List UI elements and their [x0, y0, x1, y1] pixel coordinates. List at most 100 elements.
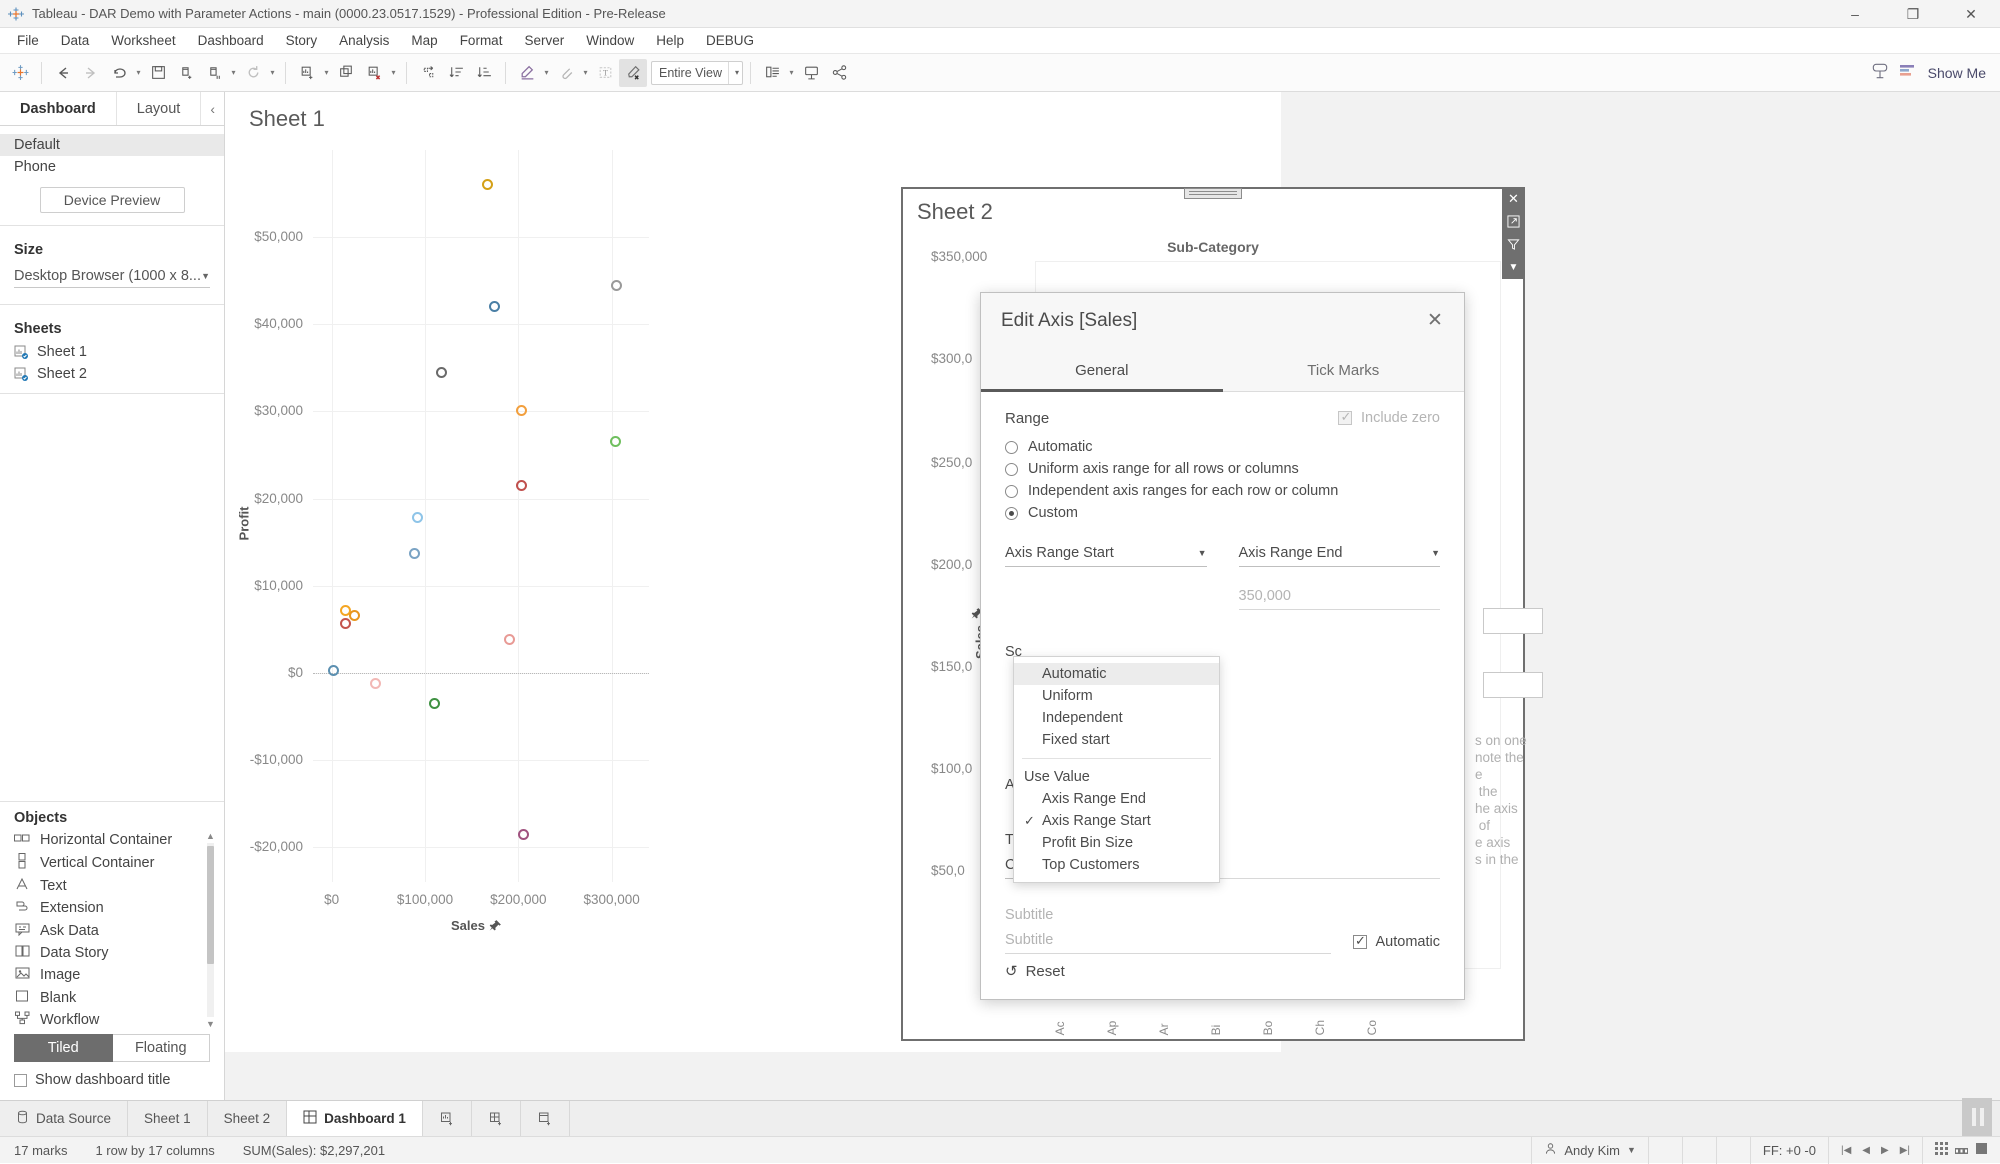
reset-button[interactable]: ↺ Reset: [1005, 962, 1065, 981]
share-icon[interactable]: [825, 59, 853, 87]
back-arrow-icon[interactable]: [49, 59, 77, 87]
filmstrip-view-icon[interactable]: [1955, 1142, 1968, 1158]
sheet1-scatter-plot[interactable]: $0 $100,000 $200,000 $300,000 $50,000 $40,000…: [235, 140, 675, 960]
sheet-item-1[interactable]: Sheet 1: [0, 341, 224, 363]
dialog-close-icon[interactable]: ✕: [1422, 308, 1448, 334]
maximize-button[interactable]: ❐: [1884, 0, 1942, 28]
menu-format[interactable]: Format: [449, 30, 514, 51]
new-data-source-icon[interactable]: [172, 59, 200, 87]
subtitle-automatic-row[interactable]: Automatic: [1352, 933, 1440, 954]
new-worksheet-tab-icon[interactable]: [423, 1101, 472, 1136]
close-icon[interactable]: ✕: [1505, 190, 1522, 207]
axis-range-start-dropdown-menu[interactable]: Automatic Uniform Independent Fixed start U…: [1013, 656, 1220, 883]
first-page-icon[interactable]: |◀: [1841, 1145, 1851, 1156]
sort-ascending-icon[interactable]: [442, 59, 470, 87]
swap-rows-columns-icon[interactable]: [414, 59, 442, 87]
radio-automatic[interactable]: Automatic: [1005, 436, 1440, 458]
scatter-mark[interactable]: [370, 677, 382, 689]
scatter-mark[interactable]: [610, 279, 622, 291]
include-zero-row[interactable]: Include zero: [1338, 409, 1440, 426]
show-hide-cards-caret-icon[interactable]: ▾: [786, 59, 797, 87]
tab-sheet-1[interactable]: Sheet 1: [128, 1101, 208, 1136]
new-dashboard-tab-icon[interactable]: [472, 1101, 521, 1136]
object-item-image[interactable]: Image: [0, 964, 224, 986]
scatter-mark[interactable]: [515, 405, 527, 417]
undo-icon[interactable]: [105, 59, 133, 87]
device-row-phone[interactable]: Phone: [0, 156, 224, 178]
tab-tick-marks[interactable]: Tick Marks: [1223, 348, 1465, 392]
refresh-dropdown-caret-icon[interactable]: ▾: [267, 59, 278, 87]
radio-button[interactable]: [1005, 484, 1018, 498]
more-options-caret-icon[interactable]: ▼: [1505, 259, 1522, 276]
radio-uniform-axis[interactable]: Uniform axis range for all rows or colum…: [1005, 458, 1440, 480]
menu-debug[interactable]: DEBUG: [695, 30, 765, 51]
scatter-mark[interactable]: [517, 828, 529, 840]
object-item-horizontal-container[interactable]: Horizontal Container: [0, 830, 224, 850]
dropdown-item-independent[interactable]: Independent: [1014, 707, 1219, 729]
new-story-tab-icon[interactable]: [521, 1101, 570, 1136]
tab-dashboard-1[interactable]: Dashboard 1: [287, 1101, 423, 1136]
scatter-mark[interactable]: [436, 366, 448, 378]
go-to-sheet-icon[interactable]: [1505, 213, 1522, 230]
clear-sheet-icon[interactable]: [360, 59, 388, 87]
floating-button[interactable]: Floating: [112, 1034, 210, 1062]
dropdown-item-uniform[interactable]: Uniform: [1014, 685, 1219, 707]
object-item-data-story[interactable]: Data Story: [0, 942, 224, 964]
tiled-button[interactable]: Tiled: [14, 1034, 113, 1062]
close-window-button[interactable]: ✕: [1942, 0, 2000, 28]
fit-select[interactable]: Entire View ▾: [651, 60, 743, 85]
menu-dashboard[interactable]: Dashboard: [187, 30, 275, 51]
objects-scrollbar[interactable]: ▲ ▼: [205, 830, 216, 1030]
object-item-workflow[interactable]: Workflow: [0, 1009, 224, 1030]
menu-story[interactable]: Story: [275, 30, 329, 51]
minimize-button[interactable]: –: [1826, 0, 1884, 28]
next-page-icon[interactable]: ▶: [1881, 1145, 1889, 1156]
last-page-icon[interactable]: ▶|: [1900, 1145, 1910, 1156]
tab-data-source[interactable]: Data Source: [0, 1101, 129, 1136]
scatter-mark[interactable]: [609, 435, 621, 447]
size-select[interactable]: Desktop Browser (1000 x 8... ▼: [14, 264, 210, 288]
device-row-default[interactable]: Default: [0, 134, 224, 156]
scatter-mark[interactable]: [409, 547, 421, 559]
tab-layout[interactable]: Layout: [117, 92, 202, 125]
radio-custom[interactable]: Custom: [1005, 502, 1440, 524]
collapse-panel-icon[interactable]: ‹: [201, 92, 224, 125]
axis-range-end-select[interactable]: Axis Range End ▼: [1238, 540, 1440, 567]
dropdown-value-axis-range-end[interactable]: Axis Range End: [1014, 788, 1219, 810]
sort-descending-icon[interactable]: [470, 59, 498, 87]
dropdown-value-profit-bin-size[interactable]: Profit Bin Size: [1014, 832, 1219, 854]
edit-axis-dialog[interactable]: Edit Axis [Sales] ✕ General Tick Marks R…: [980, 292, 1465, 1000]
menu-analysis[interactable]: Analysis: [328, 30, 400, 51]
scatter-mark[interactable]: [412, 512, 424, 524]
dropdown-item-fixed-start[interactable]: Fixed start: [1014, 729, 1219, 751]
device-preview-button[interactable]: Device Preview: [39, 187, 185, 213]
scatter-mark[interactable]: [515, 480, 527, 491]
highlight-icon[interactable]: [513, 59, 541, 87]
duplicate-sheet-icon[interactable]: [332, 59, 360, 87]
object-item-extension[interactable]: Extension: [0, 897, 224, 919]
text-label-icon[interactable]: T: [591, 59, 619, 87]
sheet2-drag-handle[interactable]: [1184, 188, 1242, 199]
show-dashboard-title-checkbox[interactable]: [14, 1073, 27, 1087]
clear-formatting-icon[interactable]: [619, 58, 647, 87]
show-me-area[interactable]: Show Me: [1870, 61, 1986, 84]
subtitle-automatic-checkbox[interactable]: [1352, 933, 1367, 949]
menu-worksheet[interactable]: Worksheet: [100, 30, 186, 51]
scatter-mark[interactable]: [482, 179, 494, 191]
scatter-mark[interactable]: [348, 609, 360, 621]
user-caret-icon[interactable]: ▼: [1627, 1145, 1636, 1155]
object-item-ask-data[interactable]: Ask Data: [0, 920, 224, 942]
sheet-item-2[interactable]: Sheet 2: [0, 363, 224, 385]
object-item-vertical-container[interactable]: Vertical Container: [0, 850, 224, 874]
grid-view-icon[interactable]: [1935, 1142, 1948, 1158]
resize-grip[interactable]: [1962, 1098, 1992, 1136]
axis-range-end-input[interactable]: 350,000: [1238, 583, 1440, 610]
scatter-mark[interactable]: [488, 301, 500, 313]
scatter-mark[interactable]: [328, 664, 340, 676]
menu-help[interactable]: Help: [645, 30, 695, 51]
tableau-home-icon[interactable]: [6, 59, 34, 87]
show-dashboard-title-row[interactable]: Show dashboard title: [0, 1062, 224, 1100]
menu-server[interactable]: Server: [513, 30, 575, 51]
pager-controls[interactable]: |◀ ◀ ▶ ▶|: [1828, 1136, 1922, 1164]
undo-dropdown-caret-icon[interactable]: ▾: [133, 59, 144, 87]
